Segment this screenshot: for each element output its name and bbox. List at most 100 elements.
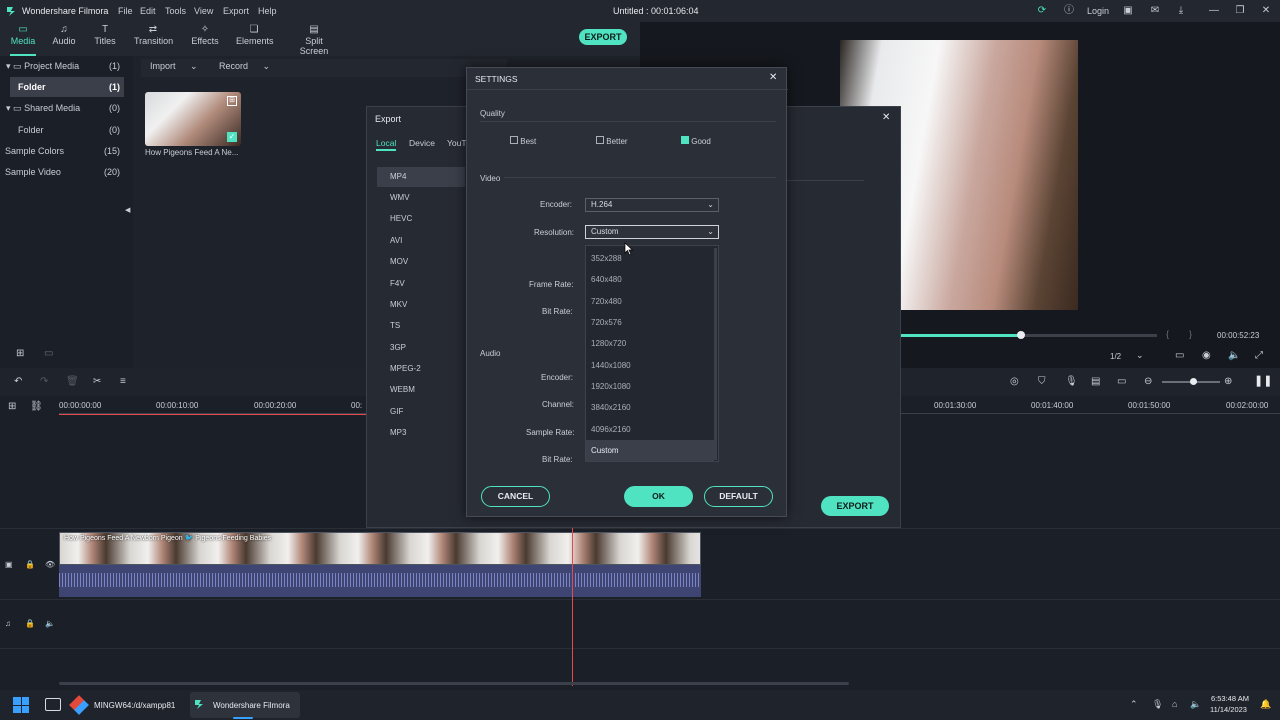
- taskbar-item-filmora[interactable]: Wondershare Filmora: [213, 701, 290, 710]
- mail-icon[interactable]: ✉: [1148, 4, 1162, 18]
- lock-icon[interactable]: 🔒: [25, 619, 35, 628]
- download-icon[interactable]: ⤓: [1174, 4, 1188, 18]
- zoom-slider[interactable]: [1162, 378, 1220, 385]
- link-icon[interactable]: ⛓: [30, 401, 43, 412]
- tab-audio[interactable]: ♫ Audio: [50, 22, 78, 56]
- format-mkv[interactable]: MKV: [377, 295, 465, 315]
- eye-icon[interactable]: 👁: [45, 560, 55, 569]
- redo-icon[interactable]: ↷: [40, 376, 48, 387]
- close-icon[interactable]: ✕: [882, 112, 890, 123]
- menu-edit[interactable]: Edit: [140, 6, 156, 16]
- project-media-item[interactable]: ▾ ▭ Project Media (1): [0, 56, 124, 76]
- resolution-option-selected[interactable]: Custom: [586, 440, 714, 461]
- login-link[interactable]: Login: [1087, 6, 1109, 16]
- export-final-button[interactable]: EXPORT: [821, 496, 889, 516]
- tab-effects[interactable]: ✧ Effects: [190, 22, 220, 56]
- delete-icon[interactable]: 🗑: [66, 376, 79, 387]
- zoom-in-icon[interactable]: ⊕: [1224, 376, 1232, 387]
- import-dropdown[interactable]: Import ⌄: [150, 61, 198, 72]
- collapse-panel-icon[interactable]: ◀: [125, 206, 130, 214]
- tab-elements[interactable]: ❏ Elements: [236, 22, 274, 56]
- render-icon[interactable]: ◎: [1010, 376, 1019, 387]
- pause-icon[interactable]: ❚❚: [1254, 374, 1272, 387]
- record-dropdown[interactable]: Record ⌄: [219, 61, 270, 72]
- resolution-option[interactable]: 1440x1080: [586, 355, 714, 376]
- folder-outline-icon[interactable]: ▭: [44, 348, 53, 359]
- tab-split-screen[interactable]: ▤ Split Screen: [291, 22, 337, 56]
- add-track-icon[interactable]: ⊞: [8, 401, 16, 412]
- menu-export[interactable]: Export: [223, 6, 249, 16]
- default-button[interactable]: DEFAULT: [704, 486, 773, 507]
- tab-titles[interactable]: T Titles: [92, 22, 118, 56]
- resolution-option[interactable]: 1920x1080: [586, 376, 714, 397]
- fullscreen-icon[interactable]: ⤢: [1255, 350, 1263, 361]
- mark-out-icon[interactable]: }: [1189, 329, 1192, 339]
- undo-icon[interactable]: ↶: [14, 376, 22, 387]
- voiceover-icon[interactable]: ▤: [1091, 376, 1100, 387]
- tab-local[interactable]: Local: [376, 138, 396, 148]
- format-mov[interactable]: MOV: [377, 252, 465, 272]
- task-view-icon[interactable]: [45, 698, 61, 711]
- shared-media-item[interactable]: ▾ ▭ Shared Media (0): [0, 98, 124, 118]
- cut-icon[interactable]: ✂: [93, 376, 101, 387]
- playhead-line[interactable]: [572, 528, 573, 686]
- format-wmv[interactable]: WMV: [377, 188, 465, 208]
- preview-scrubber-track[interactable]: [901, 331, 1157, 339]
- menu-view[interactable]: View: [194, 6, 213, 16]
- sample-video-item[interactable]: Sample Video (20): [0, 162, 124, 182]
- tab-device[interactable]: Device: [409, 138, 435, 148]
- windows-start-icon[interactable]: [13, 697, 29, 713]
- format-webm[interactable]: WEBM: [377, 380, 465, 400]
- resolution-option[interactable]: 3840x2160: [586, 397, 714, 418]
- new-folder-icon[interactable]: ⊞: [16, 348, 24, 359]
- volume-icon[interactable]: 🔈: [1228, 350, 1240, 361]
- sync-icon[interactable]: ⟳: [1035, 4, 1049, 18]
- format-f4v[interactable]: F4V: [377, 274, 465, 294]
- menu-file[interactable]: File: [118, 6, 133, 16]
- format-hevc[interactable]: HEVC: [377, 209, 465, 229]
- microphone-icon[interactable]: 🎙: [1152, 699, 1163, 710]
- clock-time[interactable]: 6:53:48 AM: [1211, 694, 1249, 703]
- lock-icon[interactable]: 🔒: [25, 560, 35, 569]
- video-clip[interactable]: How Pigeons Feed A Newborn Pigeon 🐦 Pige…: [59, 532, 701, 565]
- notification-icon[interactable]: 🔔: [1260, 699, 1271, 710]
- timeline-scrollbar[interactable]: [59, 682, 849, 685]
- page-indicator[interactable]: 1/2: [1110, 352, 1121, 361]
- shared-folder-item[interactable]: Folder (0): [0, 120, 124, 140]
- resolution-option[interactable]: 352x288: [586, 248, 714, 269]
- maximize-icon[interactable]: ❐: [1233, 4, 1247, 18]
- close-icon[interactable]: ✕: [769, 72, 777, 83]
- resolution-dropdown[interactable]: Custom ⌄: [585, 225, 719, 239]
- close-window-icon[interactable]: ✕: [1259, 4, 1273, 18]
- zoom-out-icon[interactable]: ⊖: [1144, 376, 1152, 387]
- encoder-dropdown[interactable]: H.264 ⌄: [585, 198, 719, 212]
- minimize-icon[interactable]: —: [1207, 4, 1221, 18]
- resolution-option[interactable]: 640x480: [586, 269, 714, 290]
- audio-waveform[interactable]: [59, 565, 701, 597]
- format-mp4[interactable]: MP4: [377, 167, 465, 187]
- resolution-option[interactable]: 720x480: [586, 291, 714, 312]
- info-icon[interactable]: ⓘ: [1062, 4, 1076, 18]
- adjust-icon[interactable]: ≡: [120, 376, 126, 387]
- clock-date[interactable]: 11/14/2023: [1210, 705, 1247, 714]
- resolution-option[interactable]: 4096x2160: [586, 419, 714, 440]
- tab-youtube[interactable]: YouTube: [447, 138, 466, 148]
- format-ts[interactable]: TS: [377, 316, 465, 336]
- speaker-icon[interactable]: 🔈: [45, 619, 55, 628]
- export-button[interactable]: EXPORT: [579, 29, 627, 45]
- resolution-option[interactable]: 720x576: [586, 312, 714, 333]
- menu-help[interactable]: Help: [258, 6, 277, 16]
- project-folder-item[interactable]: Folder (1): [10, 77, 124, 97]
- format-avi[interactable]: AVI: [377, 231, 465, 251]
- quality-best-checkbox[interactable]: Best: [510, 136, 536, 146]
- mark-in-icon[interactable]: {: [1166, 329, 1169, 339]
- ok-button[interactable]: OK: [624, 486, 693, 507]
- tab-media[interactable]: ▭ Media: [8, 22, 38, 56]
- marker-icon[interactable]: ⛉: [1038, 376, 1046, 387]
- network-icon[interactable]: ⌂: [1172, 699, 1177, 709]
- subtitle-icon[interactable]: ▭: [1117, 376, 1126, 387]
- microphone-icon[interactable]: 🎙: [1065, 376, 1078, 387]
- format-gif[interactable]: GIF: [377, 402, 465, 422]
- media-thumbnail[interactable]: ✓ ⊞: [145, 92, 241, 146]
- save-icon[interactable]: ▣: [1121, 4, 1135, 18]
